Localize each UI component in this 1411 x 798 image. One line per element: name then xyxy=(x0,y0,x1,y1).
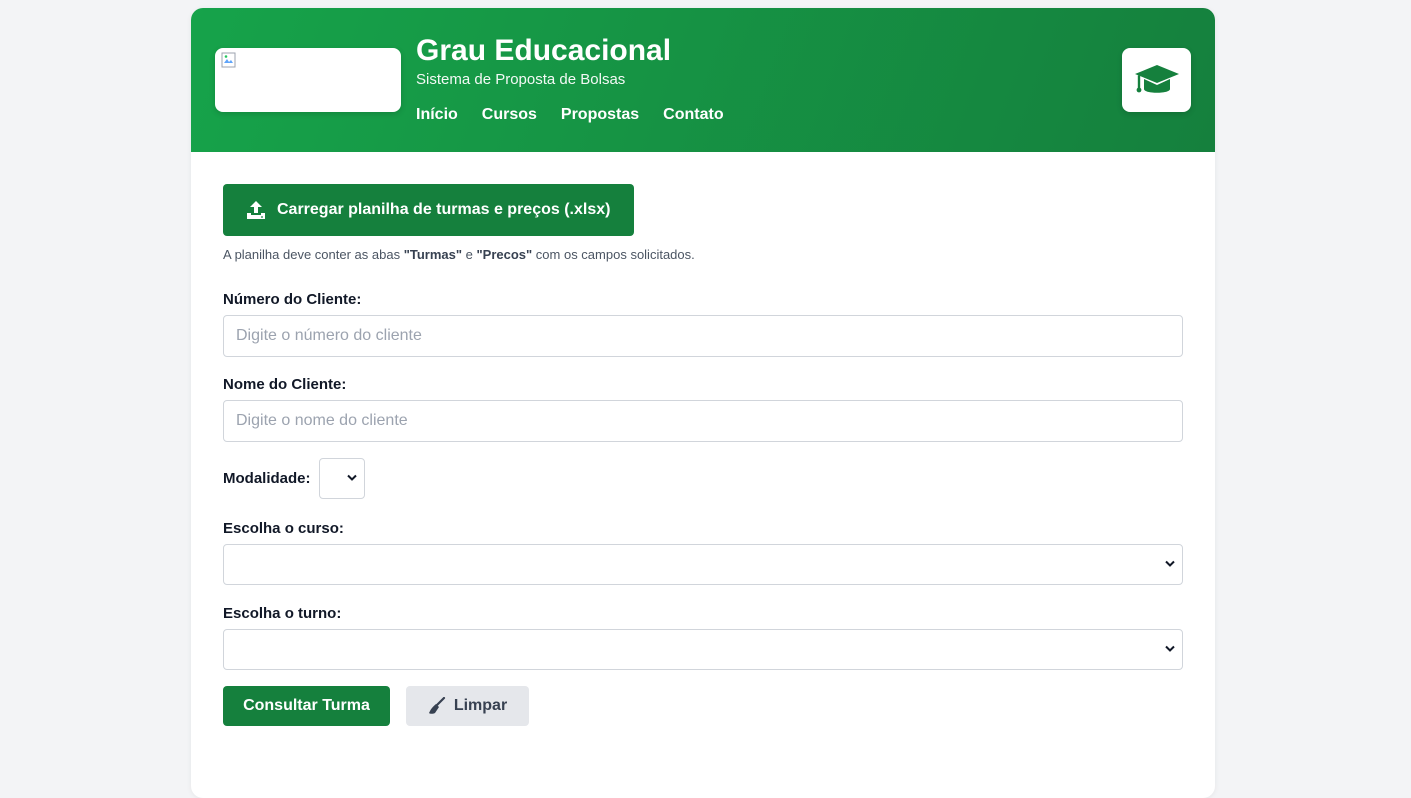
brand: Grau Educacional Sistema de Proposta de … xyxy=(416,34,671,90)
broken-image-icon xyxy=(221,52,236,68)
app-title: Grau Educacional xyxy=(416,34,672,67)
consult-button[interactable]: Consultar Turma xyxy=(223,686,390,726)
chevron-down-icon xyxy=(1165,645,1175,652)
upload-icon xyxy=(247,201,265,219)
logo-box xyxy=(215,48,401,112)
graduation-cap-icon xyxy=(1134,65,1179,93)
action-bar: Consultar Turma Limpar xyxy=(223,686,1183,726)
hint-tab-turmas: "Turmas" xyxy=(403,247,463,262)
header: Grau Educacional Sistema de Proposta de … xyxy=(191,8,1215,152)
nav-propostas[interactable]: Propostas xyxy=(561,106,639,124)
shift-group: Escolha o turno: xyxy=(223,605,1183,670)
content: Carregar planilha de turmas e preços (.x… xyxy=(191,152,1215,726)
app-subtitle: Sistema de Proposta de Bolsas xyxy=(416,71,626,88)
client-number-group: Número do Cliente: xyxy=(223,291,1183,357)
chevron-down-icon xyxy=(1165,560,1175,567)
nav-inicio[interactable]: Início xyxy=(416,106,458,124)
upload-hint: A planilha deve conter as abas "Turmas" … xyxy=(223,247,1183,262)
client-name-label: Nome do Cliente: xyxy=(223,376,347,393)
upload-spreadsheet-button[interactable]: Carregar planilha de turmas e preços (.x… xyxy=(223,184,635,236)
client-name-group: Nome do Cliente: xyxy=(223,376,1183,442)
course-select[interactable] xyxy=(223,544,1183,585)
course-label: Escolha o curso: xyxy=(223,520,344,537)
upload-button-label: Carregar planilha de turmas e preços (.x… xyxy=(277,201,611,218)
hint-mid: e xyxy=(462,247,477,262)
hint-tab-precos: "Precos" xyxy=(476,247,533,262)
hint-suffix: com os campos solicitados. xyxy=(532,247,695,262)
client-number-label: Número do Cliente: xyxy=(223,291,362,308)
main-card: Grau Educacional Sistema de Proposta de … xyxy=(191,8,1215,798)
shift-select[interactable] xyxy=(223,629,1183,670)
nav-contato[interactable]: Contato xyxy=(663,106,723,124)
client-number-input[interactable] xyxy=(223,315,1183,357)
clear-button[interactable]: Limpar xyxy=(406,686,529,726)
cap-box xyxy=(1122,48,1191,112)
clear-button-label: Limpar xyxy=(453,697,508,714)
shift-label: Escolha o turno: xyxy=(223,605,342,622)
client-name-input[interactable] xyxy=(223,400,1183,442)
hint-prefix: A planilha deve conter as abas xyxy=(223,247,404,262)
modality-label: Modalidade: xyxy=(223,470,311,487)
modality-group: Modalidade: xyxy=(223,458,1183,499)
chevron-down-icon xyxy=(346,474,357,481)
main-nav: Início Cursos Propostas Contato xyxy=(416,106,724,124)
course-group: Escolha o curso: xyxy=(223,520,1183,585)
broom-icon xyxy=(428,697,445,714)
nav-cursos[interactable]: Cursos xyxy=(482,106,537,124)
modality-select[interactable] xyxy=(318,458,365,499)
